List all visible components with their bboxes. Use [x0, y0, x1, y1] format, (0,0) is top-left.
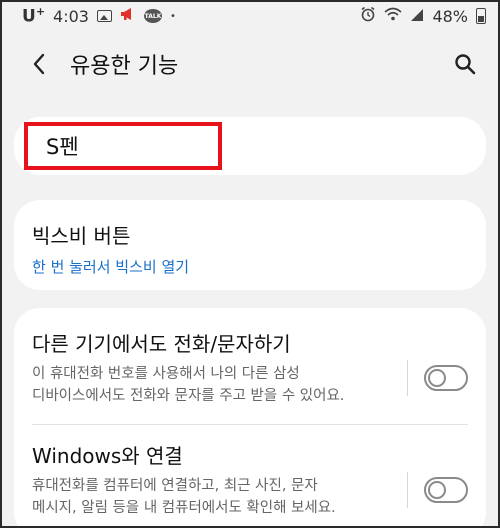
row-separator: [32, 424, 468, 425]
toggle-knob: [428, 481, 446, 499]
bixby-subtitle: 한 번 눌러서 빅스비 열기: [32, 258, 190, 276]
spen-title: S펜: [46, 135, 79, 159]
windows-toggle[interactable]: [424, 477, 468, 503]
search-icon[interactable]: [452, 51, 478, 77]
bixby-menu-item[interactable]: 빅스비 버튼 한 번 눌러서 빅스비 열기: [32, 220, 468, 277]
windows-description: 휴대전화를 컴퓨터에 연결하고, 최근 사진, 문자 메시지, 알림 등을 내 …: [32, 478, 336, 516]
page-title: 유용한 기능: [70, 54, 179, 79]
connected-features-card: 다른 기기에서도 전화/문자하기 이 휴대전화 번호를 사용해서 나의 다른 삼…: [14, 308, 486, 528]
call-text-description: 이 휴대전화 번호를 사용해서 나의 다른 삼성 디바이스에서도 전화와 문자를…: [32, 366, 345, 404]
signal-icon: [410, 7, 424, 26]
link-to-windows-item[interactable]: Windows와 연결 휴대전화를 컴퓨터에 연결하고, 최근 사진, 문자 메…: [32, 440, 468, 519]
app-header: 유용한 기능: [0, 38, 500, 90]
windows-title: Windows와 연결: [32, 444, 183, 468]
megaphone-icon: [120, 7, 136, 25]
notification-dot: •: [169, 10, 176, 22]
call-text-title: 다른 기기에서도 전화/문자하기: [32, 332, 291, 356]
back-icon[interactable]: [26, 51, 52, 77]
battery-icon: [476, 8, 486, 24]
bixby-title: 빅스비 버튼: [32, 224, 131, 248]
wifi-icon: [384, 7, 402, 25]
toggle-divider: [407, 472, 408, 508]
carrier-label: U+: [22, 5, 46, 27]
image-icon: [96, 10, 112, 22]
battery-percent: 48%: [432, 6, 468, 26]
spen-card: S펜: [14, 117, 486, 175]
status-bar: U+ 4:03 TALK • 48%: [0, 0, 500, 32]
talk-icon: TALK: [143, 9, 162, 23]
alarm-icon: [360, 6, 376, 26]
toggle-divider: [407, 360, 408, 396]
status-time: 4:03: [53, 6, 89, 26]
toggle-knob: [428, 369, 446, 387]
call-text-other-devices-item[interactable]: 다른 기기에서도 전화/문자하기 이 휴대전화 번호를 사용해서 나의 다른 삼…: [32, 328, 468, 407]
call-text-toggle[interactable]: [424, 365, 468, 391]
spen-menu-item[interactable]: S펜: [24, 122, 222, 170]
bixby-card: 빅스비 버튼 한 번 눌러서 빅스비 열기: [14, 200, 486, 290]
